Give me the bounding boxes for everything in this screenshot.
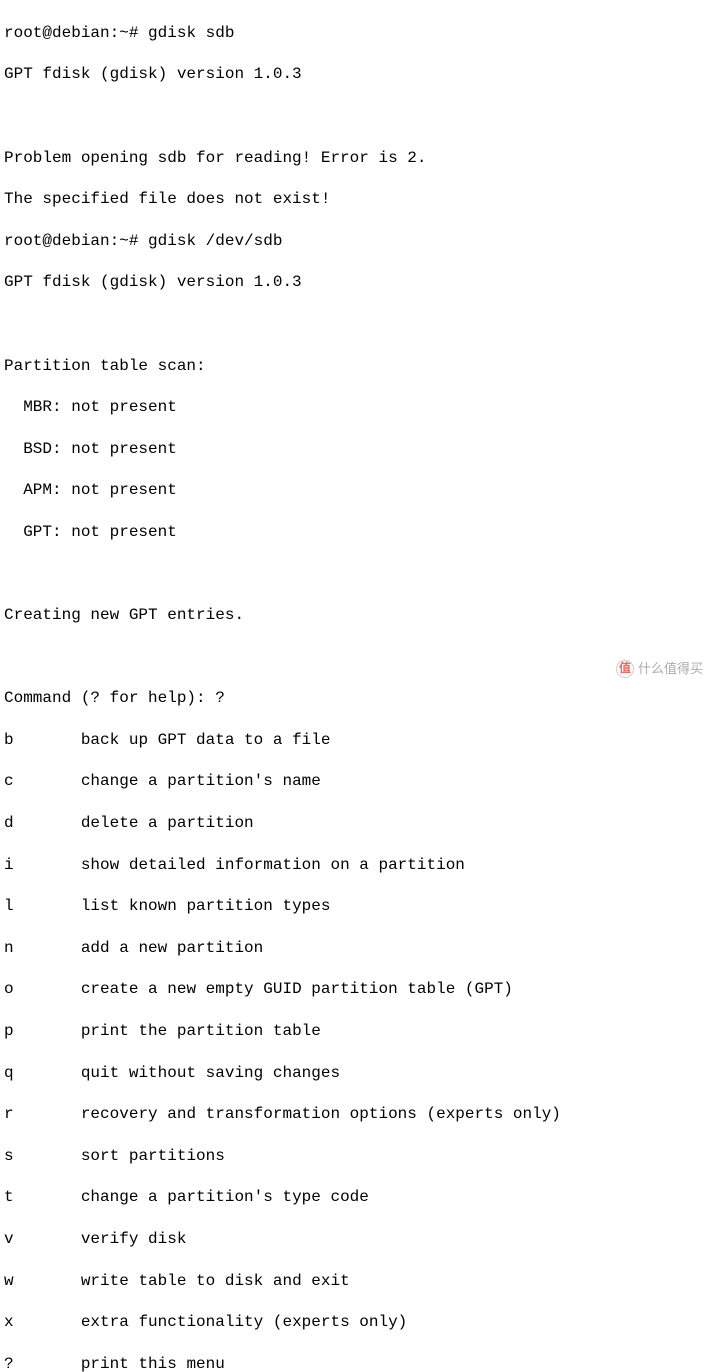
command-text: gdisk sdb <box>148 24 234 42</box>
error-line: The specified file does not exist! <box>4 189 705 210</box>
help-desc: list known partition types <box>81 897 331 915</box>
command-prompt-line: Command (? for help): ? <box>4 688 705 709</box>
help-row-v: v verify disk <box>4 1229 705 1250</box>
help-row-x: x extra functionality (experts only) <box>4 1312 705 1333</box>
help-desc: verify disk <box>81 1230 187 1248</box>
help-desc: create a new empty GUID partition table … <box>81 980 513 998</box>
gdisk-prompt: Command (? for help): <box>4 689 215 707</box>
scan-bsd: BSD: not present <box>4 439 705 460</box>
help-row-p: p print the partition table <box>4 1021 705 1042</box>
blank-line <box>4 647 705 668</box>
help-key: d <box>4 814 14 832</box>
help-key: ? <box>4 1355 14 1372</box>
help-key: s <box>4 1147 14 1165</box>
help-desc: add a new partition <box>81 939 263 957</box>
command-text: gdisk /dev/sdb <box>148 232 282 250</box>
prompt-line-1: root@debian:~# gdisk sdb <box>4 23 705 44</box>
shell-prompt: root@debian:~# <box>4 232 148 250</box>
help-desc: change a partition's name <box>81 772 321 790</box>
help-row-r: r recovery and transformation options (e… <box>4 1104 705 1125</box>
help-row-l: l list known partition types <box>4 896 705 917</box>
help-row-n: n add a new partition <box>4 938 705 959</box>
help-desc: back up GPT data to a file <box>81 731 331 749</box>
help-key: r <box>4 1105 14 1123</box>
help-row-q: q quit without saving changes <box>4 1063 705 1084</box>
terminal-output[interactable]: root@debian:~# gdisk sdb GPT fdisk (gdis… <box>4 2 705 1372</box>
blank-line <box>4 106 705 127</box>
help-desc: print this menu <box>81 1355 225 1372</box>
help-desc: change a partition's type code <box>81 1188 369 1206</box>
help-key: v <box>4 1230 14 1248</box>
version-line: GPT fdisk (gdisk) version 1.0.3 <box>4 272 705 293</box>
help-key: o <box>4 980 14 998</box>
error-line: Problem opening sdb for reading! Error i… <box>4 148 705 169</box>
help-desc: quit without saving changes <box>81 1064 340 1082</box>
help-row-d: d delete a partition <box>4 813 705 834</box>
shell-prompt: root@debian:~# <box>4 24 148 42</box>
help-row-s: s sort partitions <box>4 1146 705 1167</box>
creating-line: Creating new GPT entries. <box>4 605 705 626</box>
help-desc: show detailed information on a partition <box>81 856 465 874</box>
scan-header: Partition table scan: <box>4 356 705 377</box>
help-key: n <box>4 939 14 957</box>
watermark: 值 什么值得买 <box>616 660 703 678</box>
help-desc: extra functionality (experts only) <box>81 1313 407 1331</box>
help-row-qmark: ? print this menu <box>4 1354 705 1372</box>
help-row-o: o create a new empty GUID partition tabl… <box>4 979 705 1000</box>
watermark-icon: 值 <box>616 660 634 678</box>
help-key: l <box>4 897 14 915</box>
help-row-i: i show detailed information on a partiti… <box>4 855 705 876</box>
help-key: t <box>4 1188 14 1206</box>
help-desc: sort partitions <box>81 1147 225 1165</box>
user-input: ? <box>215 689 225 707</box>
help-key: q <box>4 1064 14 1082</box>
scan-apm: APM: not present <box>4 480 705 501</box>
help-key: b <box>4 731 14 749</box>
help-key: p <box>4 1022 14 1040</box>
help-key: w <box>4 1272 14 1290</box>
prompt-line-2: root@debian:~# gdisk /dev/sdb <box>4 231 705 252</box>
scan-mbr: MBR: not present <box>4 397 705 418</box>
help-desc: recovery and transformation options (exp… <box>81 1105 561 1123</box>
help-desc: delete a partition <box>81 814 254 832</box>
help-key: i <box>4 856 14 874</box>
help-desc: write table to disk and exit <box>81 1272 350 1290</box>
help-desc: print the partition table <box>81 1022 321 1040</box>
help-row-b: b back up GPT data to a file <box>4 730 705 751</box>
help-row-c: c change a partition's name <box>4 771 705 792</box>
blank-line <box>4 564 705 585</box>
watermark-text: 什么值得买 <box>638 661 703 678</box>
help-key: c <box>4 772 14 790</box>
blank-line <box>4 314 705 335</box>
help-key: x <box>4 1313 14 1331</box>
help-row-t: t change a partition's type code <box>4 1187 705 1208</box>
help-row-w: w write table to disk and exit <box>4 1271 705 1292</box>
scan-gpt: GPT: not present <box>4 522 705 543</box>
version-line: GPT fdisk (gdisk) version 1.0.3 <box>4 64 705 85</box>
